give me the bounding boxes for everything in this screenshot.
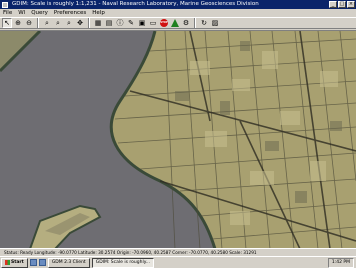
info-icon[interactable]: ⓘ bbox=[115, 18, 125, 28]
taskbar-item-gdm-client[interactable]: GDM 2.3 Client bbox=[47, 257, 90, 268]
menu-file[interactable]: File bbox=[3, 9, 12, 17]
start-button[interactable]: Start bbox=[1, 257, 28, 268]
menu-query[interactable]: Query bbox=[31, 9, 48, 17]
warning-icon bbox=[171, 19, 179, 27]
zoom-full-icon[interactable]: ⌕ bbox=[42, 18, 52, 28]
grid-icon[interactable]: ▦ bbox=[93, 18, 103, 28]
zoom-in-icon[interactable]: ⊕ bbox=[13, 18, 23, 28]
warning-button[interactable] bbox=[170, 18, 180, 28]
zoom-out-icon[interactable]: ⊖ bbox=[24, 18, 34, 28]
window-titlebar: GDIM: Scale is roughly 1:1,231 - Naval R… bbox=[0, 0, 356, 9]
map-canvas[interactable] bbox=[0, 31, 356, 248]
window-title: GDIM: Scale is roughly 1:1,231 - Naval R… bbox=[12, 1, 259, 7]
stop-icon: STOP bbox=[160, 19, 168, 27]
app-icon bbox=[2, 1, 8, 8]
toolbar-separator bbox=[88, 18, 90, 28]
maximize-button[interactable]: □ bbox=[338, 1, 346, 8]
map-view[interactable] bbox=[0, 30, 356, 248]
measure-icon[interactable]: ✎ bbox=[126, 18, 136, 28]
status-bar: Status: Ready Longitude: -90.0770 Latitu… bbox=[0, 248, 356, 256]
zoom-back-icon[interactable]: ⌕ bbox=[53, 18, 63, 28]
quicklaunch-icon[interactable] bbox=[38, 259, 46, 266]
pan-icon[interactable]: ✥ bbox=[75, 18, 85, 28]
toolbar: ↖ ⊕ ⊖ ⌕ ⌕ ⌕ ✥ ▦ ▤ ⓘ ✎ ▣ ▭ STOP ⚙ ↻ ▨ bbox=[0, 17, 356, 29]
menu-help[interactable]: Help bbox=[92, 9, 105, 17]
menu-preferences[interactable]: Preferences bbox=[54, 9, 86, 17]
quicklaunch-icon[interactable] bbox=[29, 259, 37, 266]
window-controls: _ □ × bbox=[329, 1, 355, 8]
taskbar-item-gdim[interactable]: GDIM: Scale is roughly... bbox=[91, 257, 155, 268]
pointer-icon[interactable]: ↖ bbox=[2, 18, 12, 28]
zoom-area-icon[interactable]: ⌕ bbox=[64, 18, 74, 28]
toolbar-separator bbox=[37, 18, 39, 28]
system-tray-clock: 1:42 PM bbox=[327, 257, 354, 268]
toolbar-separator bbox=[194, 18, 196, 28]
taskbar: Start GDM 2.3 Client GDIM: Scale is roug… bbox=[0, 256, 356, 268]
windows-logo-icon bbox=[5, 260, 10, 265]
close-button[interactable]: × bbox=[347, 1, 355, 8]
menu-wl[interactable]: Wl bbox=[18, 9, 25, 17]
status-text: Status: Ready Longitude: -90.0770 Latitu… bbox=[4, 250, 257, 255]
print-icon[interactable]: ▣ bbox=[137, 18, 147, 28]
folder-icon[interactable]: ▭ bbox=[148, 18, 158, 28]
settings-icon[interactable]: ⚙ bbox=[181, 18, 191, 28]
stop-button[interactable]: STOP bbox=[159, 18, 169, 28]
minimize-button[interactable]: _ bbox=[329, 1, 337, 8]
start-label: Start bbox=[11, 259, 24, 265]
refresh-icon[interactable]: ↻ bbox=[199, 18, 209, 28]
menu-bar: File Wl Query Preferences Help bbox=[0, 9, 356, 17]
layers-icon[interactable]: ▤ bbox=[104, 18, 114, 28]
map-icon[interactable]: ▨ bbox=[210, 18, 220, 28]
